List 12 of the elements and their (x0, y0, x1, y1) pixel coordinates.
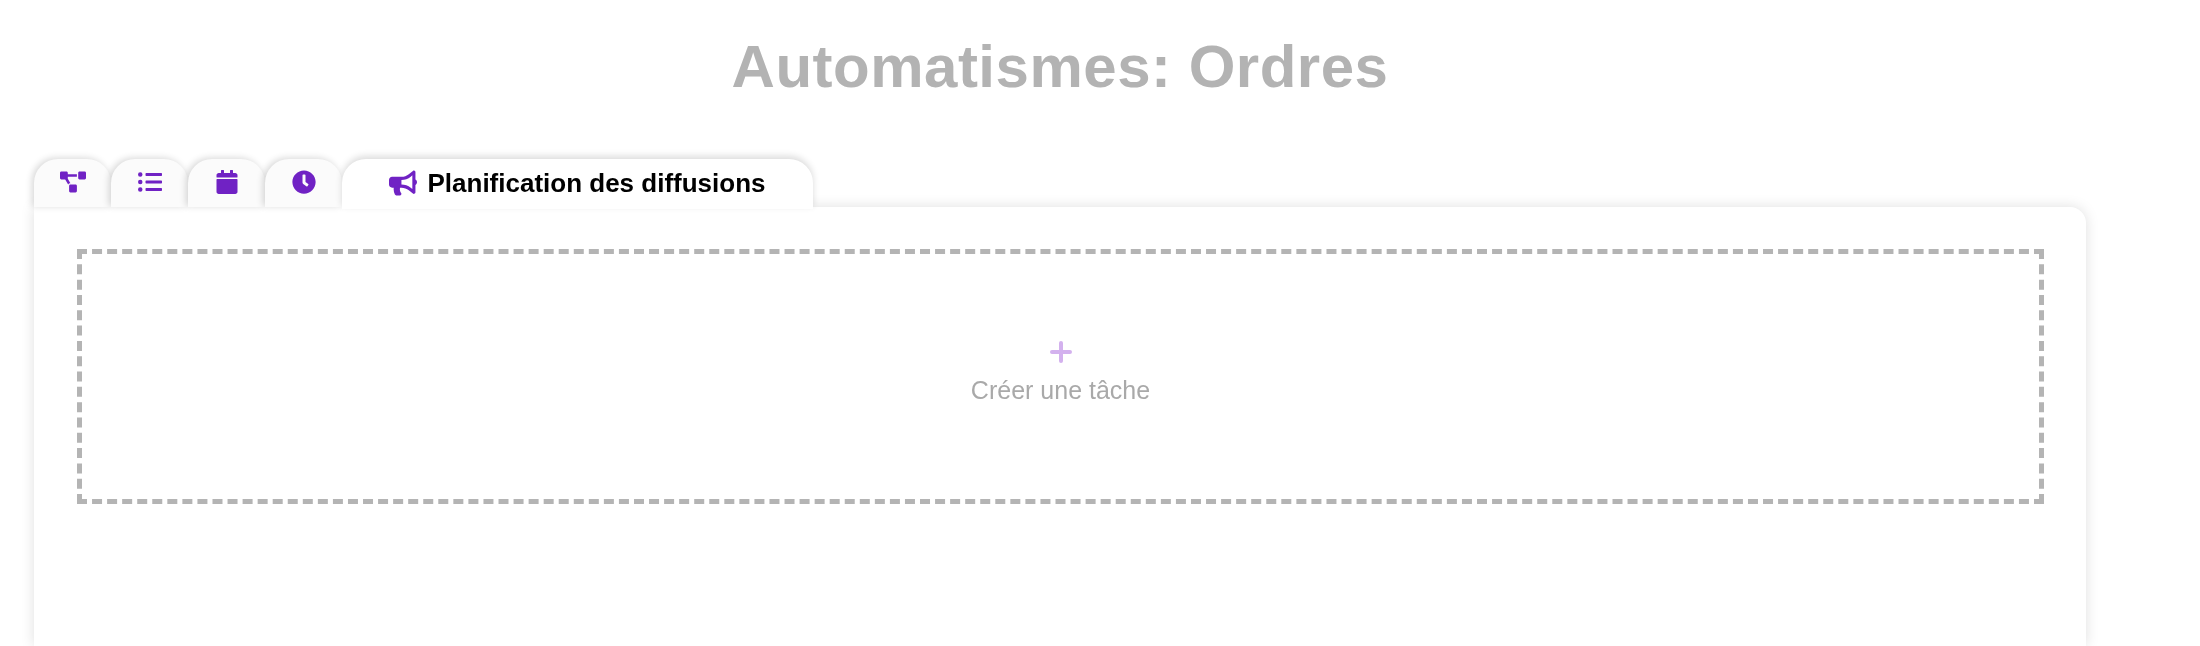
list-icon (137, 170, 162, 194)
tab[interactable] (111, 159, 188, 207)
diagram-icon (59, 169, 86, 195)
plus-icon (1049, 340, 1072, 363)
calendar-icon (214, 170, 239, 194)
tab[interactable]: Planification des diffusions (342, 159, 813, 209)
page-title: Automatismes: Ordres (730, 37, 1390, 97)
tab[interactable] (265, 159, 342, 207)
clock-icon (291, 170, 316, 194)
tab[interactable] (34, 159, 111, 207)
tab[interactable] (188, 159, 265, 207)
megaphone-icon (389, 169, 418, 197)
